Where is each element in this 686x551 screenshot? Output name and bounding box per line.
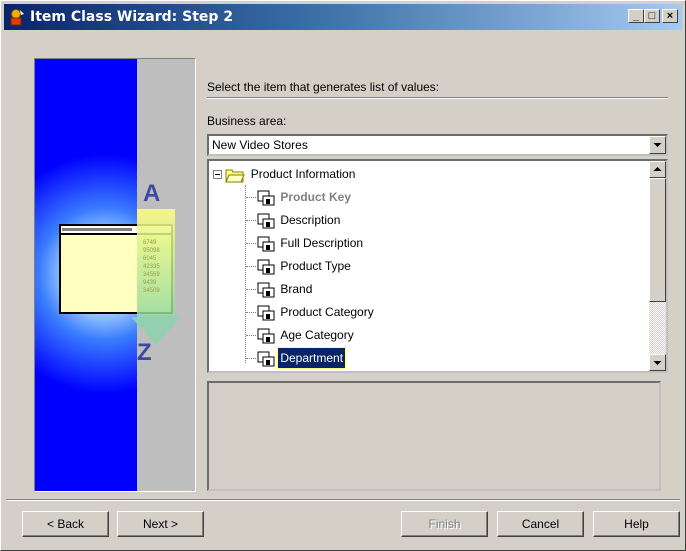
tree-item-label: Product Type <box>280 259 351 273</box>
business-area-dropdown[interactable]: New Video Stores <box>207 134 668 156</box>
tree-connector <box>246 197 256 198</box>
letter-z: Z <box>137 339 152 366</box>
item-icon <box>257 305 275 321</box>
help-button[interactable]: Help <box>593 511 680 537</box>
back-button-label: < Back <box>46 517 85 531</box>
cancel-button-label: Cancel <box>521 517 560 531</box>
instruction-separator <box>207 97 668 99</box>
tree-item-label: Full Description <box>280 236 364 250</box>
open-folder-icon <box>225 169 246 183</box>
cancel-button[interactable]: Cancel <box>497 511 584 537</box>
tree-item-label: Department <box>277 347 347 369</box>
business-area-value: New Video Stores <box>212 138 308 152</box>
tree-item[interactable]: Full Description <box>257 233 365 253</box>
item-tree[interactable]: Product Information Product Key Descript… <box>207 159 668 373</box>
tree-item[interactable]: Description <box>257 210 342 230</box>
tree-item-selected[interactable]: Department <box>257 347 347 369</box>
maximize-icon: □ <box>648 10 656 22</box>
finish-button[interactable]: Finish <box>401 511 488 537</box>
back-button[interactable]: < Back <box>22 511 109 537</box>
item-icon <box>257 282 275 298</box>
item-icon <box>257 351 275 367</box>
number: 42335 <box>143 264 160 270</box>
number: 34509 <box>143 288 160 294</box>
title-bar[interactable]: Item Class Wizard: Step 2 _ □ × <box>4 4 682 30</box>
wizard-illustration: A Z 6749 95098 6045 42335 34559 9439 345… <box>34 58 196 492</box>
collapse-icon[interactable] <box>213 170 222 180</box>
tree-item-label: Description <box>280 213 341 227</box>
next-button[interactable]: Next > <box>117 511 204 537</box>
maximize-button[interactable]: □ <box>644 9 660 23</box>
tree-item-label: Product Category <box>280 305 374 319</box>
number: 6045 <box>143 256 157 262</box>
tree-connector <box>246 289 256 290</box>
chevron-up-icon <box>653 167 662 171</box>
tree-scrollbar[interactable] <box>649 161 666 371</box>
tree-item-label: Product Key <box>280 190 352 204</box>
instruction-text: Select the item that generates list of v… <box>207 80 440 94</box>
description-pane <box>207 381 661 491</box>
scroll-down-button[interactable] <box>649 354 666 371</box>
tree-item[interactable]: Brand <box>257 279 314 299</box>
wizard-window: Item Class Wizard: Step 2 _ □ × A Z 6749… <box>0 0 686 551</box>
item-icon <box>257 190 275 206</box>
tree-connector <box>246 312 256 313</box>
help-button-label: Help <box>624 517 649 531</box>
scroll-up-button[interactable] <box>649 161 666 178</box>
tree-item[interactable]: Product Category <box>257 302 376 322</box>
minimize-button[interactable]: _ <box>628 9 644 23</box>
tree-item[interactable]: Product Key <box>257 187 353 207</box>
item-icon <box>257 236 275 252</box>
chevron-down-icon <box>653 143 662 147</box>
tree-item[interactable]: Product Type <box>257 256 353 276</box>
item-icon <box>257 259 275 275</box>
tree-root[interactable]: Product Information <box>213 164 357 184</box>
tree-connector <box>245 185 246 363</box>
tree-connector <box>246 358 256 359</box>
next-button-label: Next > <box>142 517 178 531</box>
dropdown-button[interactable] <box>649 136 666 154</box>
tree-connector <box>246 335 256 336</box>
tree-root-label: Product Information <box>250 167 356 181</box>
chevron-down-icon <box>653 361 662 365</box>
minimize-icon: _ <box>632 10 640 22</box>
tree-item-label: Brand <box>280 282 313 296</box>
illustration-numbers: 6749 95098 6045 42335 34559 9439 34509 <box>143 239 173 295</box>
item-icon <box>257 328 275 344</box>
close-button[interactable]: × <box>662 9 678 23</box>
tree-connector <box>246 266 256 267</box>
tree-item[interactable]: Age Category <box>257 325 356 345</box>
tree-connector <box>246 243 256 244</box>
number: 9439 <box>143 280 157 286</box>
finish-button-label: Finish <box>428 517 461 531</box>
number: 6749 <box>143 240 157 246</box>
letter-a: A <box>143 180 161 207</box>
tree-item-label: Age Category <box>280 328 354 342</box>
item-icon <box>257 213 275 229</box>
window-title: Item Class Wizard: Step 2 <box>30 9 234 25</box>
tree-connector <box>246 220 256 221</box>
button-separator <box>6 499 680 501</box>
wizard-icon <box>10 9 24 26</box>
close-icon: × <box>666 10 674 22</box>
scroll-thumb[interactable] <box>649 178 666 302</box>
number: 34559 <box>143 272 160 278</box>
business-area-label: Business area: <box>207 114 287 128</box>
number: 95098 <box>143 248 160 254</box>
